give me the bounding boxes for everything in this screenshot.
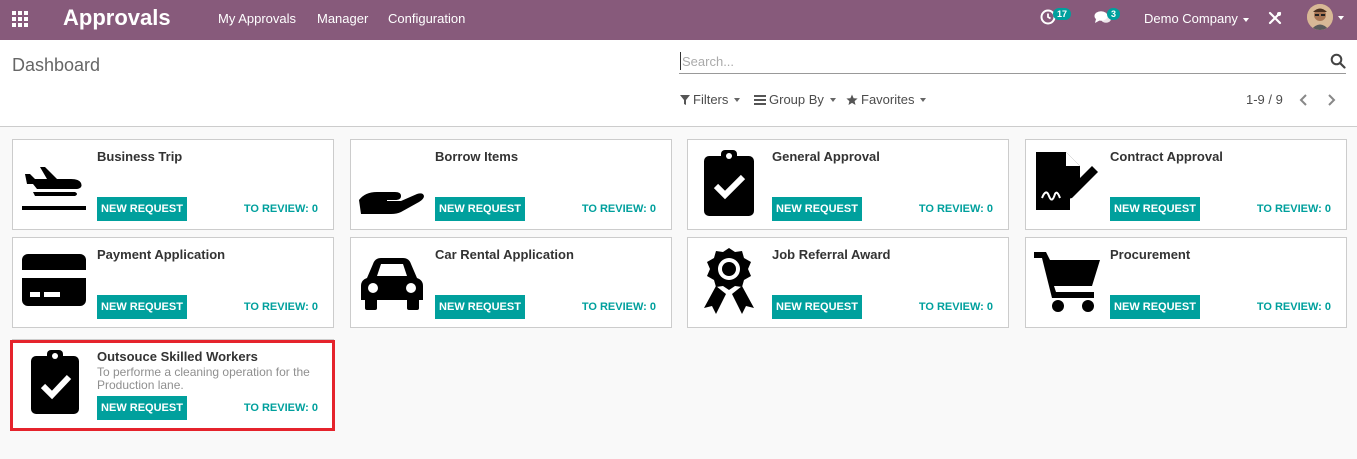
approval-card-payment-application[interactable]: Payment Application NEW REQUEST TO REVIE… [12, 237, 334, 328]
chevron-down-icon [1242, 17, 1249, 22]
approval-card-job-referral[interactable]: Job Referral Award NEW REQUEST TO REVIEW… [687, 237, 1009, 328]
approval-card-general-approval[interactable]: General Approval NEW REQUEST TO REVIEW: … [687, 139, 1009, 230]
star-icon [846, 94, 858, 105]
list-icon [754, 95, 766, 105]
card-title: Outsouce Skilled Workers [97, 349, 258, 364]
approval-card-borrow-items[interactable]: Borrow Items NEW REQUEST TO REVIEW: 0 [350, 139, 672, 230]
new-request-button[interactable]: NEW REQUEST [1110, 197, 1200, 221]
filters-button[interactable]: Filters [680, 92, 741, 108]
approval-card-business-trip[interactable]: Business Trip NEW REQUEST TO REVIEW: 0 [12, 139, 334, 230]
chevron-down-icon [734, 98, 741, 102]
favorites-button[interactable]: Favorites [846, 92, 927, 108]
to-review-link[interactable]: TO REVIEW: 0 [582, 203, 656, 216]
new-request-button[interactable]: NEW REQUEST [772, 197, 862, 221]
group-by-button[interactable]: Group By [754, 92, 836, 108]
menu-my-approvals[interactable]: My Approvals [218, 11, 296, 27]
to-review-link[interactable]: TO REVIEW: 0 [1257, 301, 1331, 314]
card-title: Payment Application [97, 247, 226, 262]
new-request-button[interactable]: NEW REQUEST [435, 197, 525, 221]
pager-next-icon[interactable] [1324, 92, 1338, 108]
car-icon [361, 258, 423, 310]
to-review-link[interactable]: TO REVIEW: 0 [919, 203, 993, 216]
hand-icon [359, 192, 424, 214]
new-request-button[interactable]: NEW REQUEST [435, 295, 525, 319]
company-switcher[interactable]: Demo Company [1144, 11, 1249, 27]
menu-configuration[interactable]: Configuration [388, 11, 465, 27]
activity-badge: 17 [1053, 8, 1072, 20]
tools-icon [1268, 11, 1282, 25]
card-title: Business Trip [97, 149, 183, 164]
new-request-button[interactable]: NEW REQUEST [97, 295, 187, 319]
to-review-link[interactable]: TO REVIEW: 0 [1257, 203, 1331, 216]
company-name: Demo Company [1144, 11, 1238, 26]
card-title: Car Rental Application [435, 247, 574, 262]
new-request-button[interactable]: NEW REQUEST [772, 295, 862, 319]
card-title: General Approval [772, 149, 880, 164]
breadcrumb: Dashboard [12, 55, 101, 75]
search-input[interactable] [680, 52, 1310, 70]
card-description: To performe a cleaning operation for the… [97, 365, 310, 392]
search-icon[interactable] [1330, 53, 1346, 69]
approval-card-car-rental[interactable]: Car Rental Application NEW REQUEST TO RE… [350, 237, 672, 328]
approval-card-contract-approval[interactable]: Contract Approval NEW REQUEST TO REVIEW:… [1025, 139, 1347, 230]
credit-card-icon [22, 254, 86, 306]
to-review-link[interactable]: TO REVIEW: 0 [244, 301, 318, 314]
user-avatar[interactable] [1307, 4, 1333, 30]
control-panel: Dashboard Filters Group By Favorites 1-9… [0, 40, 1357, 127]
pager-value[interactable]: 1-9 / 9 [1246, 92, 1283, 108]
filter-icon [680, 95, 690, 105]
app-title: Approvals [63, 5, 171, 30]
new-request-button[interactable]: NEW REQUEST [1110, 295, 1200, 319]
new-request-button[interactable]: NEW REQUEST [97, 396, 187, 420]
apps-grid-icon[interactable] [12, 11, 30, 29]
user-photo-icon [1307, 4, 1333, 30]
to-review-link[interactable]: TO REVIEW: 0 [919, 301, 993, 314]
clipboard-check-icon [704, 150, 754, 216]
approval-card-procurement[interactable]: Procurement NEW REQUEST TO REVIEW: 0 [1025, 237, 1347, 328]
debug-button[interactable] [1268, 11, 1282, 30]
clipboard-check-icon [31, 350, 79, 414]
filters-label: Filters [693, 92, 729, 107]
card-title: Contract Approval [1110, 149, 1223, 164]
messages-badge: 3 [1107, 8, 1121, 20]
pager-previous-icon[interactable] [1297, 92, 1311, 108]
to-review-link[interactable]: TO REVIEW: 0 [244, 402, 318, 415]
search-box [679, 50, 1346, 74]
card-title: Borrow Items [435, 149, 519, 164]
to-review-link[interactable]: TO REVIEW: 0 [582, 301, 656, 314]
card-title: Procurement [1110, 247, 1191, 262]
card-title: Job Referral Award [772, 247, 891, 262]
contract-sign-icon [1036, 152, 1098, 210]
user-menu-chevron-icon[interactable] [1338, 16, 1344, 20]
menu-manager[interactable]: Manager [317, 11, 368, 27]
chevron-down-icon [829, 98, 836, 102]
chevron-down-icon [920, 98, 927, 102]
shopping-cart-icon [1034, 252, 1100, 312]
new-request-button[interactable]: NEW REQUEST [97, 197, 187, 221]
to-review-link[interactable]: TO REVIEW: 0 [244, 203, 318, 216]
approval-card-outsource-skilled-workers[interactable]: Outsouce Skilled Workers To performe a c… [12, 339, 334, 430]
group-by-label: Group By [769, 92, 824, 107]
favorites-label: Favorites [861, 92, 915, 107]
airplane-icon [22, 167, 86, 210]
top-navbar: Approvals My Approvals Manager Configura… [0, 0, 1357, 40]
award-ribbon-icon [704, 248, 754, 314]
